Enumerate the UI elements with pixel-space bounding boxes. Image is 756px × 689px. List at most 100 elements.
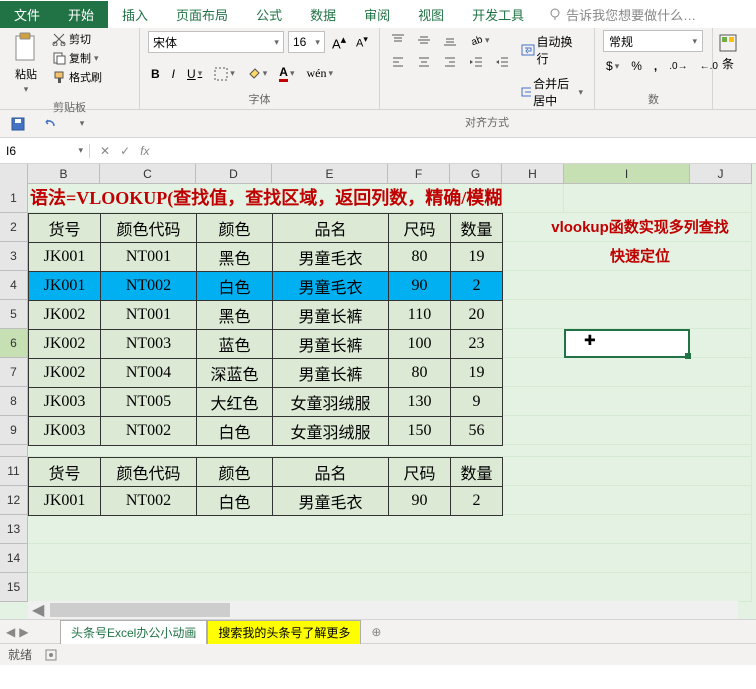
td[interactable]: 90 <box>389 272 451 301</box>
phonetic-button[interactable]: wén ▾ <box>303 63 336 84</box>
tab-formula[interactable]: 公式 <box>242 1 296 28</box>
increase-decimal-button[interactable]: .0→ <box>666 58 690 75</box>
col-header-I[interactable]: I <box>564 164 690 183</box>
td[interactable]: 男童毛衣 <box>273 487 389 516</box>
th[interactable]: 品名 <box>273 458 389 487</box>
italic-button[interactable]: I <box>169 64 178 84</box>
paste-button[interactable]: 粘贴 ▾ <box>8 30 44 97</box>
grid[interactable]: 语法=VLOOKUP(查找值，查找区域，返回列数，精确/模糊查找） 货号 颜色代… <box>28 184 752 602</box>
sheet-tab-2[interactable]: 搜索我的头条号了解更多 <box>207 620 361 644</box>
col-header-F[interactable]: F <box>388 164 450 183</box>
row-header-2[interactable]: 2 <box>0 213 28 242</box>
align-left-button[interactable] <box>388 52 408 72</box>
td[interactable]: 男童毛衣 <box>273 272 389 301</box>
td[interactable]: 黑色 <box>197 243 273 272</box>
col-header-J[interactable]: J <box>690 164 752 183</box>
th[interactable]: 数量 <box>451 214 503 243</box>
tab-review[interactable]: 审阅 <box>350 1 404 28</box>
bold-button[interactable]: B <box>148 64 163 84</box>
macro-record-icon[interactable] <box>44 648 58 662</box>
td[interactable]: 女童羽绒服 <box>273 417 389 446</box>
row-header-15[interactable]: 15 <box>0 573 28 602</box>
td[interactable]: NT002 <box>101 272 197 301</box>
fill-color-button[interactable]: ▾ <box>244 64 271 84</box>
cell[interactable] <box>502 184 564 213</box>
increase-indent-button[interactable] <box>492 52 512 72</box>
row-header-13[interactable]: 13 <box>0 515 28 544</box>
th[interactable]: 尺码 <box>389 214 451 243</box>
td[interactable]: 蓝色 <box>197 330 273 359</box>
td[interactable]: 19 <box>451 359 503 388</box>
td[interactable]: 56 <box>451 417 503 446</box>
col-header-H[interactable]: H <box>502 164 564 183</box>
tab-file[interactable]: 文件 <box>0 1 54 28</box>
row-header-3[interactable]: 3 <box>0 242 28 271</box>
tab-nav-right-icon[interactable]: ▶ <box>19 625 28 639</box>
col-header-B[interactable]: B <box>28 164 100 183</box>
td[interactable]: JK002 <box>29 359 101 388</box>
cancel-formula-button[interactable]: ✕ <box>100 144 110 158</box>
td[interactable]: 80 <box>389 243 451 272</box>
align-center-button[interactable] <box>414 52 434 72</box>
tab-insert[interactable]: 插入 <box>108 1 162 28</box>
row-header-blank[interactable] <box>0 445 28 457</box>
td[interactable]: JK002 <box>29 301 101 330</box>
td[interactable]: 9 <box>451 388 503 417</box>
col-header-C[interactable]: C <box>100 164 196 183</box>
row-header-4[interactable]: 4 <box>0 271 28 300</box>
td[interactable]: JK001 <box>29 487 101 516</box>
td[interactable]: 白色 <box>197 272 273 301</box>
tab-data[interactable]: 数据 <box>296 1 350 28</box>
currency-button[interactable]: $▾ <box>603 56 622 76</box>
copy-button[interactable]: 复制 ▾ <box>50 49 104 67</box>
orientation-button[interactable]: ab▾ <box>466 30 493 50</box>
number-format-select[interactable]: 常规 ▾ <box>603 30 703 52</box>
wrap-text-button[interactable]: 自动换行 <box>518 30 586 70</box>
td[interactable]: NT003 <box>101 330 197 359</box>
save-button[interactable] <box>6 112 30 136</box>
comma-button[interactable]: , <box>651 56 660 76</box>
select-all-corner[interactable] <box>0 164 28 184</box>
border-button[interactable]: ▾ <box>211 64 238 84</box>
td[interactable]: 男童长裤 <box>273 330 389 359</box>
td[interactable]: JK002 <box>29 330 101 359</box>
align-bottom-button[interactable] <box>440 30 460 50</box>
row-header-14[interactable]: 14 <box>0 544 28 573</box>
td[interactable]: JK003 <box>29 388 101 417</box>
tab-dev[interactable]: 开发工具 <box>458 1 538 28</box>
tell-me-prompt[interactable]: 告诉我您想要做什么… <box>548 5 696 24</box>
add-sheet-button[interactable]: ⊕ <box>361 622 391 642</box>
td[interactable]: 2 <box>451 272 503 301</box>
tab-nav-arrows[interactable]: ◀ ▶ <box>6 625 28 639</box>
tab-layout[interactable]: 页面布局 <box>162 1 242 28</box>
td[interactable]: 130 <box>389 388 451 417</box>
th[interactable]: 颜色代码 <box>101 458 197 487</box>
font-name-select[interactable]: 宋体 ▾ <box>148 31 284 53</box>
conditional-format-button[interactable]: 条 <box>721 30 735 75</box>
increase-font-button[interactable]: A▴ <box>329 30 349 54</box>
tab-nav-left-icon[interactable]: ◀ <box>6 625 15 639</box>
scrollbar-horizontal[interactable]: ◀ <box>28 601 738 619</box>
td[interactable]: 2 <box>451 487 503 516</box>
td[interactable]: NT001 <box>101 301 197 330</box>
row-header-5[interactable]: 5 <box>0 300 28 329</box>
qat-customize-button[interactable]: ▾ <box>70 112 94 136</box>
confirm-formula-button[interactable]: ✓ <box>120 144 130 158</box>
font-size-select[interactable]: 16 ▾ <box>288 31 325 53</box>
row-header-9[interactable]: 9 <box>0 416 28 445</box>
td[interactable]: NT004 <box>101 359 197 388</box>
td[interactable]: 大红色 <box>197 388 273 417</box>
cell-formula-text[interactable]: 语法=VLOOKUP(查找值，查找区域，返回列数，精确/模糊查找） <box>28 184 502 213</box>
row-header-8[interactable]: 8 <box>0 387 28 416</box>
td[interactable]: 80 <box>389 359 451 388</box>
align-top-button[interactable] <box>388 30 408 50</box>
percent-button[interactable]: % <box>628 56 645 76</box>
sheet-tab-1[interactable]: 头条号Excel办公小动画 <box>60 620 207 644</box>
td[interactable]: 19 <box>451 243 503 272</box>
scrollbar-thumb[interactable] <box>50 603 230 617</box>
format-painter-button[interactable]: 格式刷 <box>50 68 104 86</box>
row-header-7[interactable]: 7 <box>0 358 28 387</box>
decrease-indent-button[interactable] <box>466 52 486 72</box>
td[interactable]: 100 <box>389 330 451 359</box>
th[interactable]: 品名 <box>273 214 389 243</box>
